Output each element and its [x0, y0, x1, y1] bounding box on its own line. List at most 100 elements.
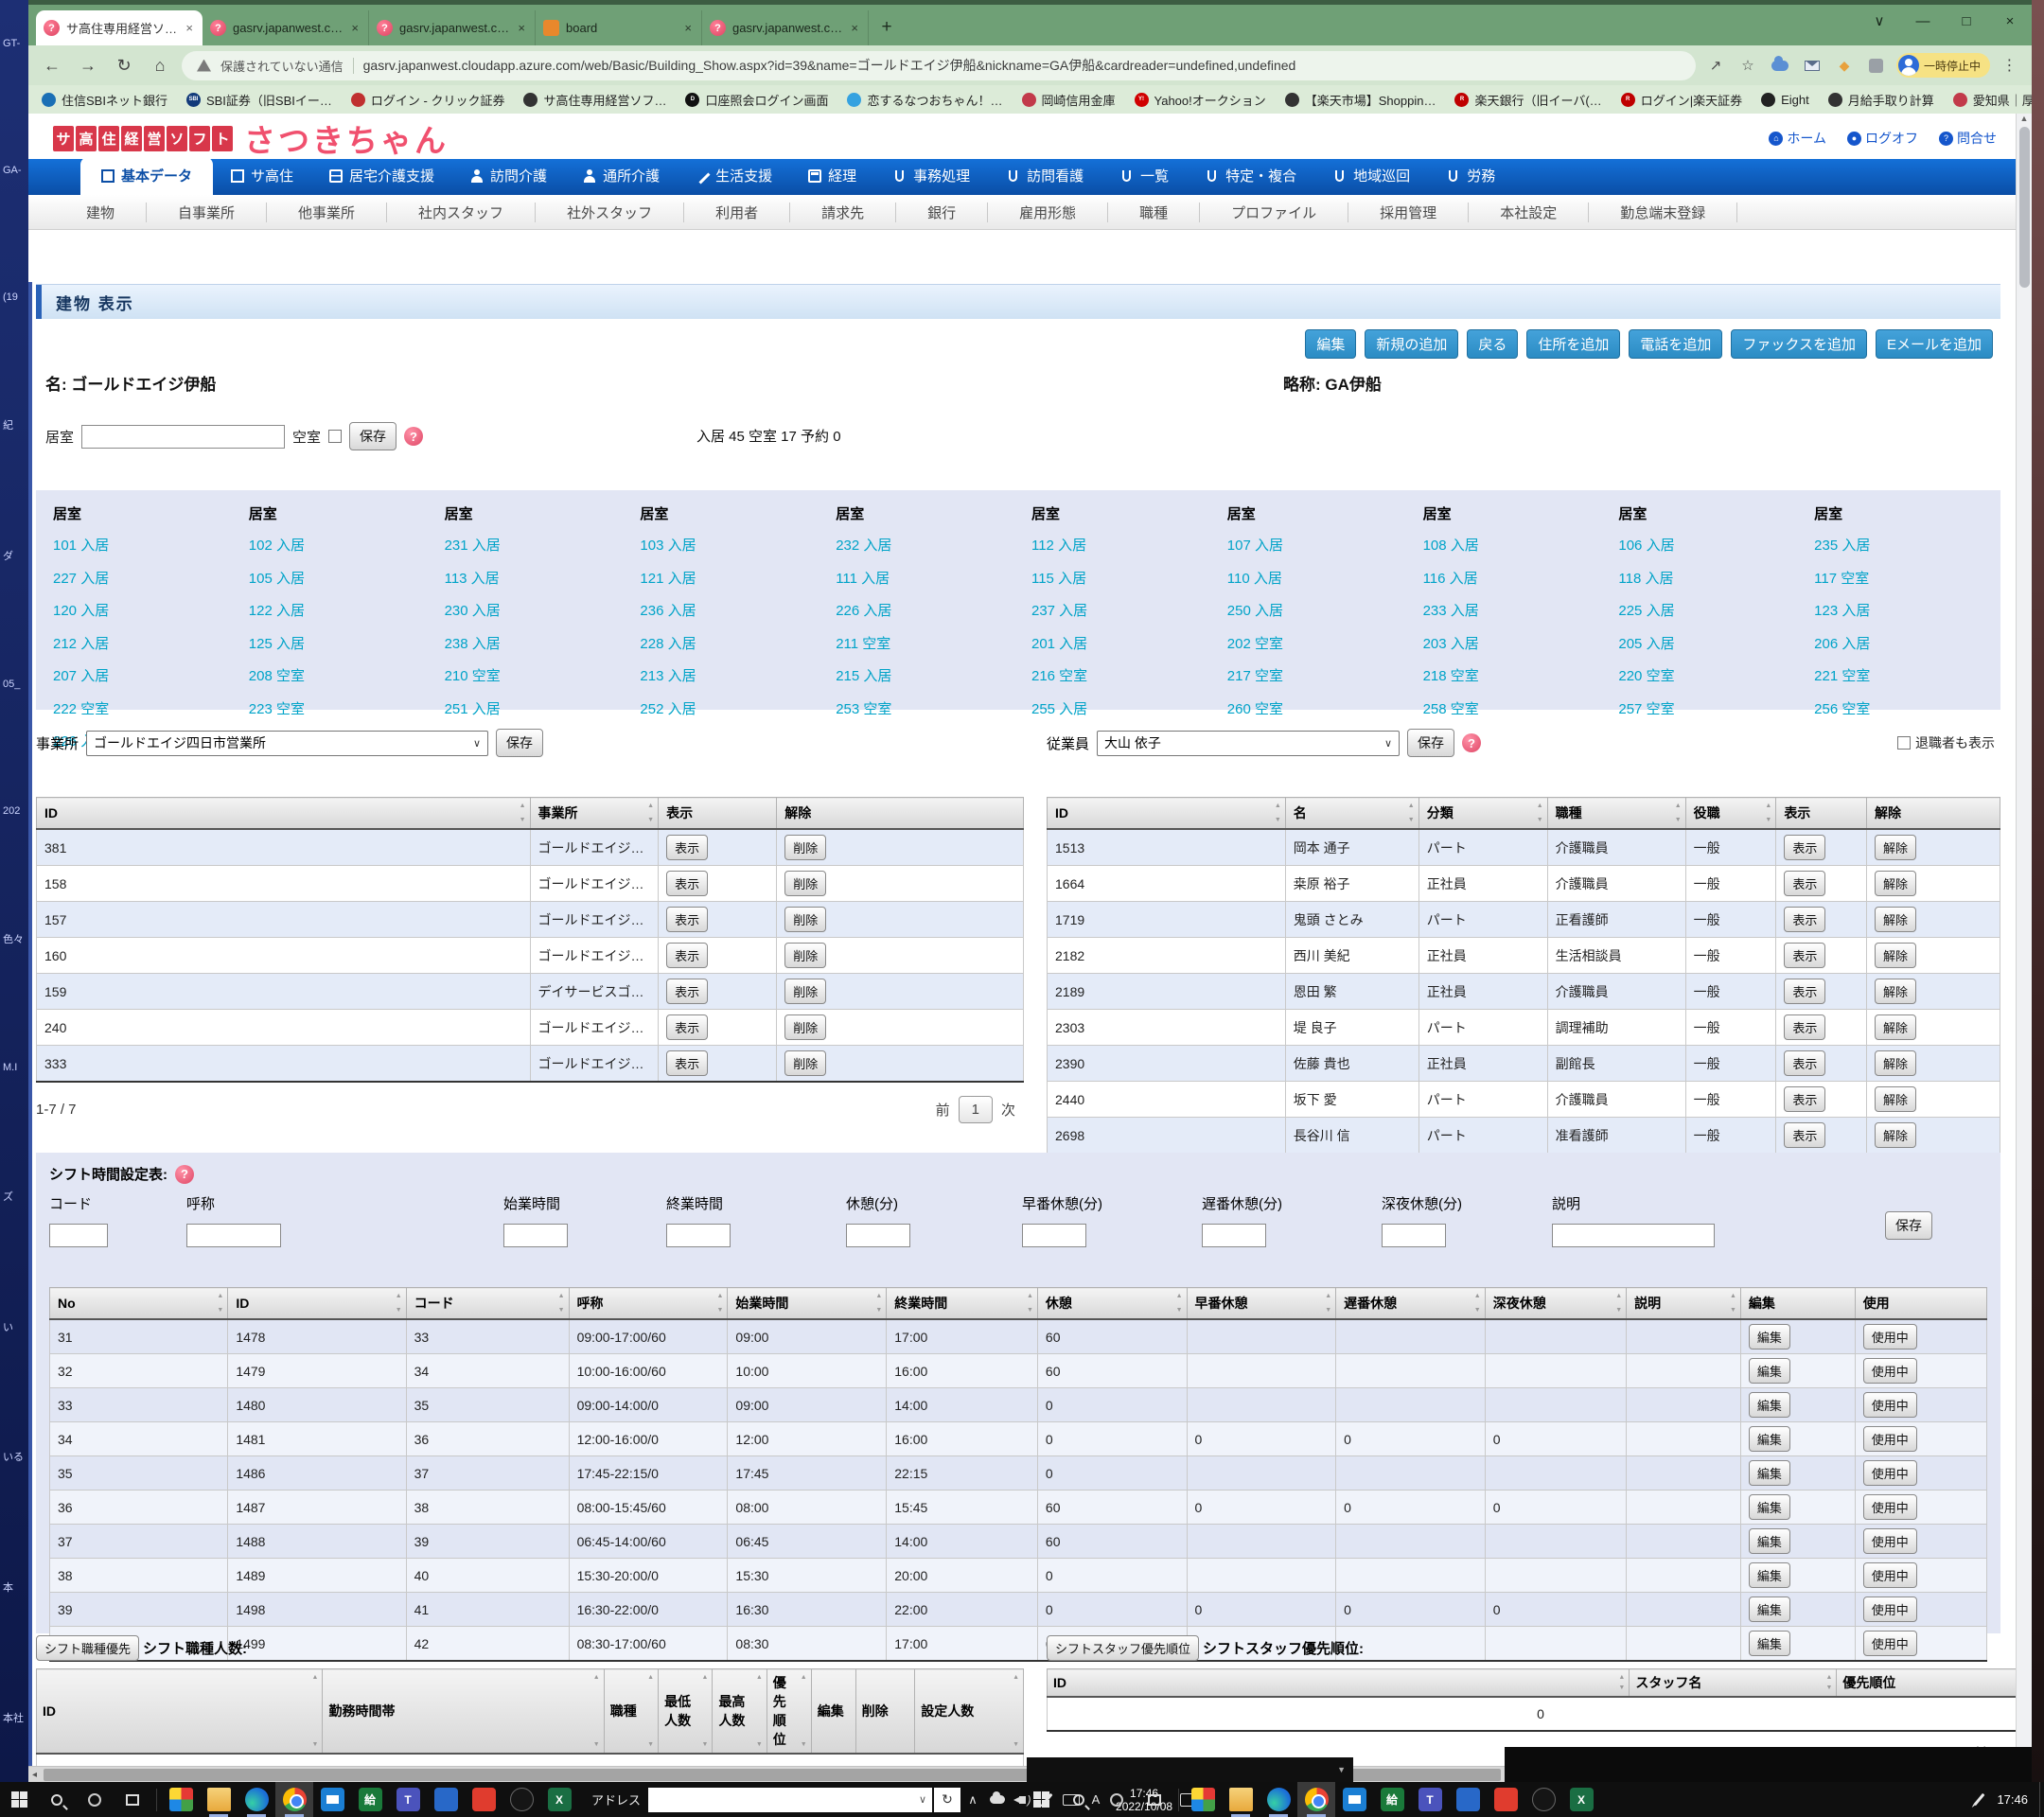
room-link[interactable]: 107 入居 — [1227, 535, 1410, 555]
delete-button[interactable]: 削除 — [784, 1014, 826, 1040]
delete-button[interactable]: 削除 — [784, 979, 826, 1004]
file-explorer-icon[interactable] — [200, 1782, 238, 1817]
room-link[interactable]: 255 入居 — [1031, 698, 1214, 718]
diamond-extension-icon[interactable]: ◆ — [1832, 53, 1857, 78]
show-button[interactable]: 表示 — [666, 943, 708, 968]
release-button[interactable]: 解除 — [1875, 1050, 1916, 1076]
field-input[interactable] — [1382, 1224, 1446, 1247]
excel-icon[interactable]: X — [540, 1782, 578, 1817]
profile-chip[interactable]: 一時停止中 — [1896, 53, 1990, 78]
nav-tab[interactable]: 基本データ — [80, 157, 213, 195]
room-link[interactable]: 228 入居 — [640, 633, 822, 653]
room-link[interactable]: 257 空室 — [1618, 698, 1801, 718]
room-save-button[interactable]: 保存 — [349, 422, 396, 450]
show-desktop-strip[interactable] — [2039, 1782, 2044, 1817]
cloud-extension-icon[interactable] — [1768, 53, 1792, 78]
search-icon[interactable] — [38, 1782, 76, 1817]
room-link[interactable]: 205 入居 — [1618, 633, 1801, 653]
room-link[interactable]: 215 入居 — [836, 665, 1018, 685]
room-link[interactable]: 256 空室 — [1814, 698, 1997, 718]
room-link[interactable]: 216 空室 — [1031, 665, 1214, 685]
browser-tab[interactable]: board × — [536, 10, 702, 45]
delete-button[interactable]: 削除 — [784, 943, 826, 968]
file-explorer-icon[interactable] — [1222, 1782, 1260, 1817]
room-link[interactable]: 258 空室 — [1423, 698, 1606, 718]
release-button[interactable]: 解除 — [1875, 1014, 1916, 1040]
staff-save-button[interactable]: 保存 — [1407, 729, 1454, 757]
address-bar[interactable]: 保護されていない通信 gasrv.japanwest.cloudapp.azur… — [182, 51, 1696, 80]
room-link[interactable]: 236 入居 — [640, 600, 822, 620]
nav-tab[interactable]: 事務処理 — [874, 157, 988, 195]
nav-tab[interactable]: サ高住 — [213, 157, 311, 195]
sub-nav-item[interactable]: 請求先 — [790, 203, 896, 222]
red-app-icon[interactable] — [465, 1782, 502, 1817]
task-view-icon[interactable] — [1136, 1782, 1173, 1817]
room-link[interactable]: 212 入居 — [53, 633, 236, 653]
edit-button[interactable]: 編集 — [1749, 1596, 1790, 1622]
room-link[interactable]: 113 入居 — [445, 568, 627, 588]
show-button[interactable]: 表示 — [1784, 1122, 1825, 1148]
bookmark-item[interactable]: サ高住専用経営ソフ… — [523, 91, 666, 109]
nav-tab[interactable]: 労務 — [1428, 157, 1513, 195]
bookmark-item[interactable]: R 楽天銀行（旧イーバ(… — [1454, 91, 1601, 109]
room-link[interactable]: 233 入居 — [1423, 600, 1606, 620]
sub-nav-item[interactable]: 雇用形態 — [988, 203, 1108, 222]
room-link[interactable]: 111 入居 — [836, 568, 1018, 588]
nav-tab[interactable]: 生活支援 — [678, 157, 790, 195]
show-button[interactable]: 表示 — [1784, 979, 1825, 1004]
bookmark-item[interactable]: Y! Yahoo!オークション — [1135, 91, 1266, 109]
blue-app-icon[interactable] — [427, 1782, 465, 1817]
extensions-puzzle-icon[interactable] — [1864, 53, 1889, 78]
minimize-button[interactable]: — — [1901, 5, 1945, 37]
pen-icon[interactable] — [1966, 1782, 1991, 1817]
room-link[interactable]: 250 入居 — [1227, 600, 1410, 620]
in-use-button[interactable]: 使用中 — [1863, 1324, 1917, 1350]
room-link[interactable]: 223 空室 — [249, 698, 432, 718]
help-icon[interactable]: ? — [1462, 733, 1481, 752]
help-icon[interactable]: ? — [404, 427, 423, 446]
sub-nav-item[interactable]: 社内スタッフ — [387, 203, 536, 222]
action-button[interactable]: Eメールを追加 — [1876, 329, 1993, 359]
room-link[interactable]: 115 入居 — [1031, 568, 1214, 588]
blue-app-icon[interactable] — [1449, 1782, 1487, 1817]
url-text[interactable]: gasrv.japanwest.cloudapp.azure.com/web/B… — [363, 56, 1296, 75]
sub-nav-item[interactable]: 職種 — [1108, 203, 1200, 222]
column-header[interactable]: 始業時間 — [728, 1288, 887, 1320]
delete-button[interactable]: 削除 — [784, 907, 826, 932]
room-link[interactable]: 208 空室 — [249, 665, 432, 685]
edit-button[interactable]: 編集 — [1749, 1324, 1790, 1350]
sub-nav-item[interactable]: 勤怠端末登録 — [1589, 203, 1737, 222]
show-button[interactable]: 表示 — [1784, 835, 1825, 860]
show-button[interactable]: 表示 — [1784, 1014, 1825, 1040]
bookmark-item[interactable]: 【楽天市場】Shoppin… — [1285, 91, 1436, 109]
top-link[interactable]: ● ログオフ — [1847, 129, 1918, 148]
column-header[interactable]: 編集 — [811, 1669, 855, 1755]
address-go-button[interactable]: ↻ — [934, 1788, 960, 1812]
room-link[interactable]: 206 入居 — [1814, 633, 1997, 653]
show-button[interactable]: 表示 — [666, 871, 708, 896]
delete-button[interactable]: 削除 — [784, 1050, 826, 1076]
room-link[interactable]: 253 空室 — [836, 698, 1018, 718]
room-link[interactable]: 213 入居 — [640, 665, 822, 685]
dark-app-icon[interactable] — [502, 1782, 540, 1817]
browser-tab[interactable]: ? gasrv.japanwest.cloudapp.azure… × — [369, 10, 536, 45]
room-link[interactable]: 225 入居 — [1618, 600, 1801, 620]
bookmark-item[interactable]: D 口座照会ログイン画面 — [685, 91, 828, 109]
action-button[interactable]: 編集 — [1305, 329, 1356, 359]
room-link[interactable]: 220 空室 — [1618, 665, 1801, 685]
room-link[interactable]: 203 入居 — [1423, 633, 1606, 653]
task-view-icon[interactable] — [114, 1782, 151, 1817]
tab-close-icon[interactable]: × — [516, 21, 527, 35]
column-header[interactable]: 職種 — [604, 1669, 658, 1755]
tab-close-icon[interactable]: × — [682, 21, 694, 35]
release-button[interactable]: 解除 — [1875, 871, 1916, 896]
room-input[interactable] — [81, 425, 285, 449]
room-link[interactable]: 231 入居 — [445, 535, 627, 555]
page-number[interactable]: 1 — [959, 1096, 993, 1123]
show-button[interactable]: 表示 — [1784, 943, 1825, 968]
top-link[interactable]: ⌂ ホーム — [1769, 129, 1826, 148]
bookmark-item[interactable]: 愛知県｜厚生労働省 — [1953, 91, 2032, 109]
show-button[interactable]: 表示 — [1784, 1050, 1825, 1076]
bookmark-item[interactable]: 月給手取り計算 — [1828, 91, 1934, 109]
sub-nav-item[interactable]: 採用管理 — [1348, 203, 1469, 222]
